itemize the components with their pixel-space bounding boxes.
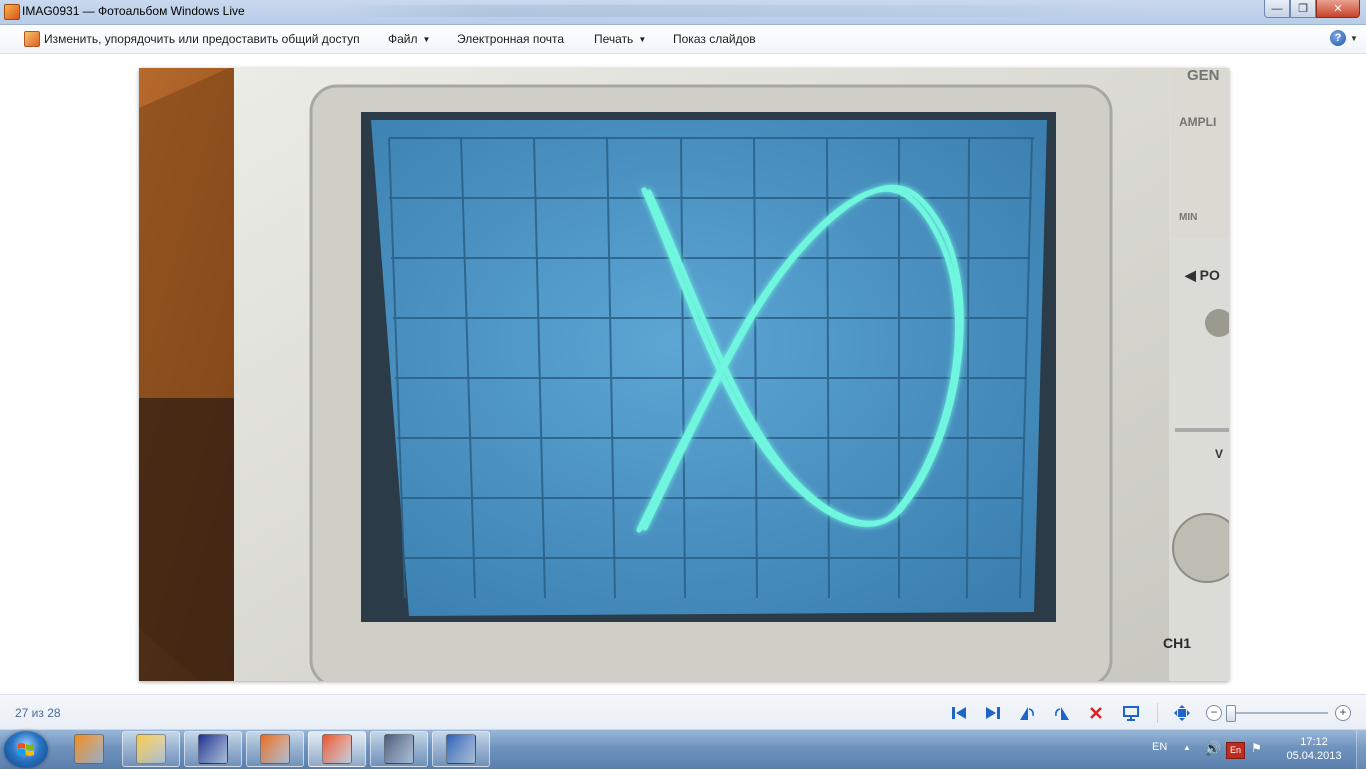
clock-time: 17:12 <box>1300 736 1328 748</box>
photo-viewport: GEN AMPLI MIN ◀ PO V CH1 <box>0 54 1366 694</box>
taskbar-button-mathcad[interactable] <box>370 731 428 767</box>
volume-icon[interactable]: 🔊 <box>1204 740 1221 757</box>
taskbar-button-photo-gallery[interactable] <box>308 731 366 767</box>
close-button[interactable]: ✕ <box>1316 0 1360 18</box>
actual-size-icon[interactable] <box>1173 704 1191 722</box>
language-indicator[interactable]: EN <box>1152 741 1167 753</box>
media-player-icon <box>74 734 104 764</box>
rotate-right-icon[interactable] <box>1053 704 1071 722</box>
start-button[interactable] <box>4 731 48 768</box>
maximize-button[interactable]: ❐ <box>1290 0 1316 18</box>
file-menu-label: Файл <box>388 32 418 46</box>
rotate-left-icon[interactable] <box>1018 704 1036 722</box>
file-menu-button[interactable]: Файл ▼ <box>388 32 430 46</box>
windows-logo-icon <box>18 743 34 756</box>
print-menu-button[interactable]: Печать ▼ <box>594 32 646 46</box>
panel-dial <box>1172 513 1229 583</box>
previous-icon[interactable] <box>950 704 968 722</box>
photo-image[interactable]: GEN AMPLI MIN ◀ PO V CH1 <box>139 68 1229 681</box>
taskbar-button-media-player[interactable] <box>60 731 118 767</box>
zoom-slider-track[interactable] <box>1228 712 1328 714</box>
minimize-button[interactable]: — <box>1264 0 1290 18</box>
panel-label-ch1: CH1 <box>1163 635 1191 651</box>
mathcad-icon <box>384 734 414 764</box>
panel-label-po: ◀ PO <box>1184 267 1220 283</box>
next-icon[interactable] <box>984 704 1002 722</box>
zoom-slider-thumb[interactable] <box>1226 705 1236 722</box>
taskbar-button-explorer[interactable] <box>122 731 180 767</box>
slideshow-button[interactable]: Показ слайдов <box>673 32 756 46</box>
slideshow-label: Показ слайдов <box>673 32 756 46</box>
photo-gallery-icon <box>322 734 352 764</box>
panel-label-v: V <box>1215 447 1223 461</box>
slideshow-icon[interactable] <box>1122 704 1140 722</box>
window-controls: — ❐ ✕ <box>1264 0 1360 18</box>
window-title: IMAG0931 — Фотоальбом Windows Live <box>22 4 245 18</box>
photo-gallery-app-icon <box>4 4 20 20</box>
email-button[interactable]: Электронная почта <box>457 32 564 46</box>
edit-organize-share-label: Изменить, упорядочить или предоставить о… <box>44 32 360 46</box>
keyboard-layout-icon[interactable]: En <box>1226 742 1245 759</box>
zoom-out-button[interactable]: − <box>1206 705 1222 721</box>
clock-date: 05.04.2013 <box>1286 750 1342 762</box>
nav-separator <box>1157 703 1158 723</box>
taskbar-button-floppy-app[interactable] <box>184 731 242 767</box>
show-desktop-button[interactable] <box>1356 730 1366 769</box>
title-bar: IMAG0931 — Фотоальбом Windows Live — ❐ ✕ <box>0 0 1366 25</box>
clock[interactable]: 17:12 05.04.2013 <box>1284 735 1344 763</box>
photo-counter: 27 из 28 <box>15 706 61 720</box>
edit-organize-share-button[interactable]: Изменить, упорядочить или предоставить о… <box>44 32 360 46</box>
zoom-in-button[interactable]: + <box>1335 705 1351 721</box>
command-bar: Изменить, упорядочить или предоставить о… <box>0 25 1366 54</box>
delete-icon[interactable] <box>1087 704 1105 722</box>
floppy-app-icon <box>198 734 228 764</box>
action-center-flag-icon[interactable]: ⚑ <box>1251 741 1262 755</box>
taskbar-button-word[interactable] <box>432 731 490 767</box>
help-icon[interactable]: ? <box>1330 30 1346 46</box>
firefox-icon <box>260 734 290 764</box>
taskbar-button-firefox[interactable] <box>246 731 304 767</box>
taskbar: EN ▲ 🔊 En ⚑ 17:12 05.04.2013 <box>0 729 1366 769</box>
help-chevron-down-icon[interactable]: ▼ <box>1350 34 1358 43</box>
edit-organize-icon <box>24 31 40 47</box>
word-icon <box>446 734 476 764</box>
navigation-bar: 27 из 28 − + <box>0 694 1366 730</box>
show-hidden-icons-icon[interactable]: ▲ <box>1183 743 1191 752</box>
oscilloscope-photo: GEN AMPLI MIN ◀ PO V CH1 <box>139 68 1229 681</box>
print-menu-label: Печать <box>594 32 634 46</box>
title-bar-glass <box>330 5 1170 17</box>
explorer-icon <box>136 734 166 764</box>
chevron-down-icon: ▼ <box>638 35 647 44</box>
chevron-down-icon: ▼ <box>422 35 431 44</box>
email-label: Электронная почта <box>457 32 565 46</box>
